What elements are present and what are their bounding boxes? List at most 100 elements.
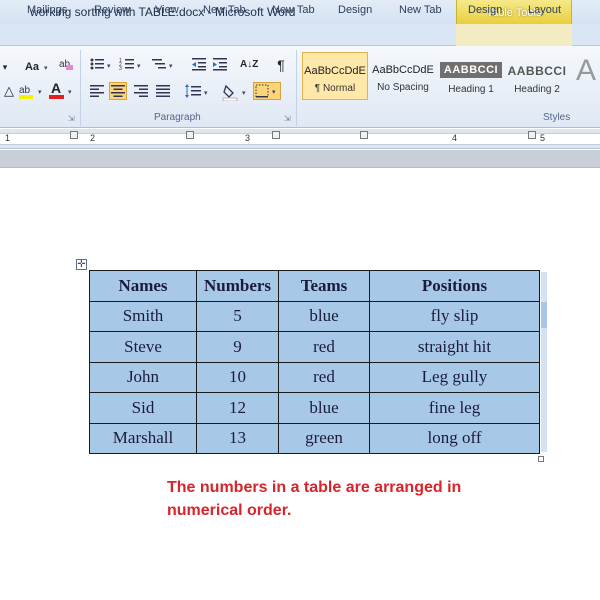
tab-mailings[interactable]: Mailings <box>27 4 67 16</box>
clear-formatting-icon[interactable]: ab <box>57 56 75 74</box>
bullets-icon[interactable] <box>88 56 106 74</box>
table-cell[interactable]: 12 <box>196 392 279 424</box>
ruler-label: 5 <box>540 133 546 143</box>
table-cell[interactable]: 5 <box>196 300 279 332</box>
style-title-preview-icon[interactable]: A <box>576 54 596 88</box>
table-move-handle-icon[interactable]: ✛ <box>76 259 87 270</box>
group-separator <box>296 50 297 126</box>
table-header-cell[interactable]: Teams <box>278 270 370 302</box>
shading-icon[interactable] <box>222 83 240 102</box>
style-heading-1-name: Heading 1 <box>448 84 494 95</box>
style-heading-1[interactable]: AABBCCI Heading 1 <box>438 52 504 100</box>
table-cell[interactable]: green <box>278 422 370 454</box>
multilevel-list-dropdown-icon[interactable]: ▾ <box>169 62 173 70</box>
tab-view[interactable]: View <box>155 4 179 16</box>
table-cell[interactable]: fine leg <box>369 392 540 424</box>
style-normal-preview: AaBbCcDdE <box>304 65 366 77</box>
table-cell[interactable]: straight hit <box>369 331 540 363</box>
ruler-column-marker[interactable] <box>360 131 368 139</box>
highlight-icon[interactable]: ab <box>18 82 36 100</box>
svg-text:A: A <box>51 80 61 96</box>
table-cell[interactable]: 9 <box>196 331 279 363</box>
line-spacing-icon[interactable] <box>184 83 202 101</box>
text-effects-icon[interactable]: △ <box>0 82 18 100</box>
table-cell[interactable]: fly slip <box>369 300 540 332</box>
decrease-indent-icon[interactable] <box>190 56 208 74</box>
style-no-spacing[interactable]: AaBbCcDdE No Spacing <box>370 52 436 100</box>
table-edge-highlight-dark <box>541 302 547 328</box>
increase-indent-icon[interactable] <box>211 56 229 74</box>
table-cell[interactable]: Sid <box>89 392 197 424</box>
borders-icon[interactable]: ▾ <box>253 82 281 100</box>
table-cell[interactable]: John <box>89 361 197 393</box>
tab-review[interactable]: Review <box>94 4 130 16</box>
table-row: John 10 red Leg gully <box>89 361 540 393</box>
ribbon: ▾ Aa ▾ ab △ ab ▾ A ▾ ⇲ ▾ 123 ▾ ▾ A↓Z ¶ ▾… <box>0 46 600 128</box>
table-cell[interactable]: Steve <box>89 331 197 363</box>
table-row: Sid 12 blue fine leg <box>89 392 540 424</box>
horizontal-ruler[interactable]: 1 2 3 4 5 <box>0 129 600 149</box>
group-separator <box>80 50 81 126</box>
font-color-icon[interactable]: A <box>48 80 66 99</box>
ruler-column-marker[interactable] <box>528 131 536 139</box>
shading-dropdown-icon[interactable]: ▾ <box>242 89 246 97</box>
style-normal[interactable]: AaBbCcDdE ¶ Normal <box>302 52 368 100</box>
table-cell[interactable]: 13 <box>196 422 279 454</box>
ruler-column-marker[interactable] <box>272 131 280 139</box>
highlight-dropdown-icon[interactable]: ▾ <box>38 88 42 96</box>
style-heading-2[interactable]: AABBCCI Heading 2 <box>504 52 570 100</box>
table-cell[interactable]: blue <box>278 300 370 332</box>
numbering-icon[interactable]: 123 <box>118 56 136 74</box>
table-cell[interactable]: long off <box>369 422 540 454</box>
table-row: Marshall 13 green long off <box>89 422 540 454</box>
tab-new-tab-3[interactable]: New Tab <box>399 4 442 16</box>
table-cell[interactable]: red <box>278 331 370 363</box>
table-header-row: Names Numbers Teams Positions <box>89 270 540 302</box>
table-edge-highlight <box>541 272 547 452</box>
tab-design-1[interactable]: Design <box>338 4 372 16</box>
table-cell[interactable]: Leg gully <box>369 361 540 393</box>
caption-text: The numbers in a table are arranged in n… <box>167 476 507 522</box>
font-dialog-launcher-icon[interactable]: ⇲ <box>68 114 75 123</box>
table-cell[interactable]: 10 <box>196 361 279 393</box>
line-spacing-dropdown-icon[interactable]: ▾ <box>204 89 208 97</box>
caption-line-2: numerical order. <box>167 502 292 519</box>
data-table[interactable]: Names Numbers Teams Positions Smith 5 bl… <box>89 270 540 454</box>
tab-new-tab-2[interactable]: New Tab <box>272 4 315 16</box>
table-cell[interactable]: Marshall <box>89 422 197 454</box>
styles-group-label: Styles <box>543 112 571 123</box>
caption-line-1: The numbers in a table are arranged in <box>167 479 462 496</box>
font-dropdown-arrow-icon[interactable]: ▾ <box>0 58 14 76</box>
change-case-dropdown-icon[interactable]: ▾ <box>44 64 48 72</box>
tab-new-tab-1[interactable]: New Tab <box>203 4 246 16</box>
ruler-label: 3 <box>245 133 251 143</box>
align-right-icon[interactable] <box>132 83 150 101</box>
table-row: Steve 9 red straight hit <box>89 331 540 363</box>
table-cell[interactable]: red <box>278 361 370 393</box>
show-formatting-marks-icon[interactable]: ¶ <box>272 56 290 74</box>
paragraph-dialog-launcher-icon[interactable]: ⇲ <box>284 114 291 123</box>
change-case-icon[interactable]: Aa <box>20 58 44 76</box>
sort-icon[interactable]: A↓Z <box>240 56 258 74</box>
tab-table-design[interactable]: Design <box>468 4 502 16</box>
svg-text:3: 3 <box>119 66 122 72</box>
multilevel-list-icon[interactable] <box>150 56 168 74</box>
align-left-icon[interactable] <box>88 83 106 101</box>
style-no-spacing-preview: AaBbCcDdE <box>372 64 434 76</box>
tab-table-layout[interactable]: Layout <box>528 4 561 16</box>
table-resize-handle-icon[interactable] <box>538 456 544 462</box>
table-cell[interactable]: Smith <box>89 300 197 332</box>
font-color-dropdown-icon[interactable]: ▾ <box>68 88 72 96</box>
table-cell[interactable]: blue <box>278 392 370 424</box>
ruler-column-marker[interactable] <box>186 131 194 139</box>
justify-icon[interactable] <box>154 83 172 101</box>
bullets-dropdown-icon[interactable]: ▾ <box>107 62 111 70</box>
align-center-icon[interactable] <box>109 82 127 100</box>
table-header-cell[interactable]: Positions <box>369 270 540 302</box>
table-header-cell[interactable]: Names <box>89 270 197 302</box>
style-heading-1-preview: AABBCCI <box>440 62 502 78</box>
table-header-cell[interactable]: Numbers <box>196 270 279 302</box>
numbering-dropdown-icon[interactable]: ▾ <box>137 62 141 70</box>
ruler-indent-marker[interactable] <box>70 131 78 139</box>
table-row: Smith 5 blue fly slip <box>89 300 540 332</box>
